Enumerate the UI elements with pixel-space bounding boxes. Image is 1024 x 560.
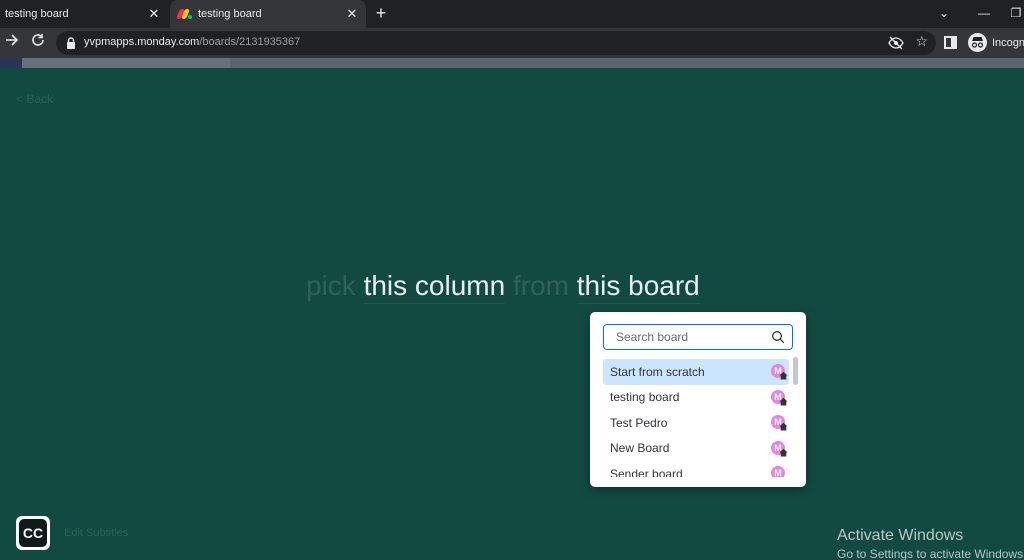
home-icon <box>779 371 788 380</box>
board-item-label: testing board <box>610 390 680 405</box>
board-item-label: Test Pedro <box>610 415 668 430</box>
closed-captions-button[interactable]: CC <box>16 516 50 550</box>
sentence-word-pick: pick <box>306 270 356 301</box>
board-picker-dropdown: Start from scratch M testing board M Tes… <box>590 312 806 487</box>
tab-testing-board-2[interactable]: testing board ✕ <box>170 0 366 28</box>
list-item[interactable]: testing board M <box>603 385 789 411</box>
search-icon[interactable] <box>771 330 785 344</box>
restore-button[interactable]: ❐ <box>1006 4 1024 22</box>
search-board-box[interactable] <box>603 324 793 350</box>
bookmark-star-icon[interactable]: ☆ <box>915 33 928 50</box>
monday-logo-icon <box>176 9 192 19</box>
recipe-sentence: pick this column from this board <box>306 270 700 304</box>
list-item[interactable]: New Board M <box>603 436 789 462</box>
board-item-label: Sender board <box>610 466 683 477</box>
url-path: /boards/2131935367 <box>199 36 301 48</box>
browser-tab-bar: testing board ✕ testing board ✕ + ⌄ — ❐ <box>0 0 1024 28</box>
activate-windows-subtitle: Go to Settings to activate Windows. <box>837 547 1024 560</box>
board-list: Start from scratch M testing board M Tes… <box>603 359 793 477</box>
incognito-icon[interactable] <box>968 33 987 52</box>
tab-label: testing board <box>198 8 262 20</box>
home-icon <box>779 448 788 456</box>
board-item-label: Start from scratch <box>610 364 705 379</box>
header-segment <box>230 58 1024 68</box>
header-segment <box>0 58 22 68</box>
url-text: yvpmapps.monday.com/boards/2131935367 <box>84 36 300 48</box>
back-link[interactable]: < Back <box>16 92 53 106</box>
address-bar[interactable]: yvpmapps.monday.com/boards/2131935367 ☆ <box>56 31 936 55</box>
close-icon[interactable]: ✕ <box>146 6 162 22</box>
list-item[interactable]: Sender board M <box>603 461 789 477</box>
browser-toolbar: yvpmapps.monday.com/boards/2131935367 ☆ … <box>0 28 1024 58</box>
side-panel-icon[interactable] <box>944 36 957 49</box>
url-host: yvpmapps.monday.com <box>84 36 200 48</box>
tab-testing-board-1[interactable]: testing board ✕ <box>0 0 168 28</box>
page-header-strip <box>0 58 1024 68</box>
cc-icon: CC <box>19 519 47 547</box>
incognito-label: Incognito <box>992 37 1024 49</box>
search-board-input[interactable] <box>616 329 766 345</box>
home-icon <box>779 422 788 431</box>
lock-icon <box>67 37 75 49</box>
forward-arrow-icon[interactable] <box>2 33 22 53</box>
board-item-label: New Board <box>610 441 670 456</box>
tab-search-icon[interactable]: ⌄ <box>934 4 954 22</box>
sentence-word-from: from <box>512 270 569 301</box>
eye-slash-icon[interactable] <box>888 35 904 51</box>
close-icon[interactable]: ✕ <box>344 6 360 22</box>
list-item[interactable]: Start from scratch M <box>603 359 789 385</box>
reload-icon[interactable] <box>28 33 48 53</box>
list-scrollbar[interactable] <box>793 357 798 385</box>
edit-subtitles-label[interactable]: Edit Subtitles <box>64 527 128 539</box>
list-item[interactable]: Test Pedro M <box>603 410 789 436</box>
new-tab-button[interactable]: + <box>372 4 390 22</box>
tab-label: testing board <box>5 8 69 20</box>
board-selector[interactable]: this board <box>576 270 700 304</box>
activate-windows-title: Activate Windows <box>837 527 964 544</box>
minimize-button[interactable]: — <box>974 4 994 22</box>
column-selector[interactable]: this column <box>363 270 506 304</box>
home-icon <box>779 397 788 405</box>
avatar: M <box>771 466 785 477</box>
